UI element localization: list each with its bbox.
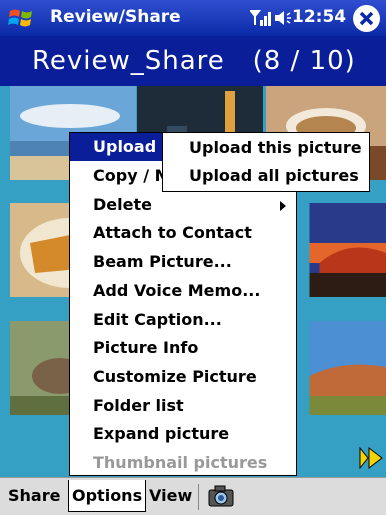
menu-item-beam-picture[interactable]: Beam Picture... [70, 248, 296, 276]
speaker-icon[interactable] [274, 9, 292, 27]
share-menu[interactable]: Share [8, 486, 60, 505]
menu-label: Copy / M [93, 166, 171, 185]
bottom-menu-bar: Share Options View [0, 477, 386, 515]
submenu-label: Upload all pictures [189, 166, 359, 185]
menu-label: Picture Info [93, 338, 198, 357]
menu-item-add-voice-memo[interactable]: Add Voice Memo... [70, 277, 296, 305]
windows-flag-icon[interactable] [7, 5, 37, 31]
submenu-item-upload-this-picture[interactable]: Upload this picture [163, 134, 369, 162]
menu-label: Thumbnail pictures [93, 453, 267, 472]
menu-label: Upload [93, 137, 156, 156]
submenu-item-upload-all-pictures[interactable]: Upload all pictures [163, 162, 369, 190]
submenu-arrow-icon [280, 201, 286, 211]
menu-item-thumbnail-pictures: Thumbnail pictures [70, 449, 296, 477]
menu-label: Beam Picture... [93, 252, 232, 271]
picture-counter: (8 / 10) [253, 46, 356, 76]
menu-label: Folder list [93, 396, 184, 415]
folder-name: Review_Share [32, 46, 225, 76]
next-page-arrow-icon[interactable] [358, 445, 384, 471]
thumbnail-ayers-rock[interactable] [293, 203, 386, 297]
title-bar: Review/Share 12:54 [0, 0, 386, 36]
view-menu[interactable]: View [149, 486, 192, 505]
menu-label: Customize Picture [93, 367, 257, 386]
menu-item-edit-caption[interactable]: Edit Caption... [70, 306, 296, 334]
options-menu-button[interactable]: Options [68, 480, 146, 512]
menu-label: Delete [93, 195, 152, 214]
upload-submenu: Upload this picture Upload all pictures [162, 132, 370, 192]
menu-item-customize-picture[interactable]: Customize Picture [70, 363, 296, 391]
menu-item-attach-to-contact[interactable]: Attach to Contact [70, 219, 296, 247]
thumbnail-desert[interactable] [293, 321, 386, 415]
menu-item-expand-picture[interactable]: Expand picture [70, 420, 296, 448]
signal-icon[interactable] [250, 9, 272, 27]
menu-label: Expand picture [93, 424, 229, 443]
menu-label: Attach to Contact [93, 223, 252, 242]
app-title: Review/Share [50, 7, 181, 27]
page-title: Review_Share (8 / 10) [32, 46, 356, 76]
close-icon[interactable] [353, 5, 380, 32]
camera-icon[interactable] [208, 485, 234, 507]
menu-label: Add Voice Memo... [93, 281, 260, 300]
submenu-label: Upload this picture [189, 138, 362, 157]
menu-item-picture-info[interactable]: Picture Info [70, 334, 296, 362]
separator [198, 484, 199, 510]
menu-item-folder-list[interactable]: Folder list [70, 392, 296, 420]
clock[interactable]: 12:54 [292, 7, 346, 27]
menu-label: Edit Caption... [93, 310, 222, 329]
menu-item-delete[interactable]: Delete [70, 191, 296, 219]
page-header: Review_Share (8 / 10) [0, 36, 386, 86]
